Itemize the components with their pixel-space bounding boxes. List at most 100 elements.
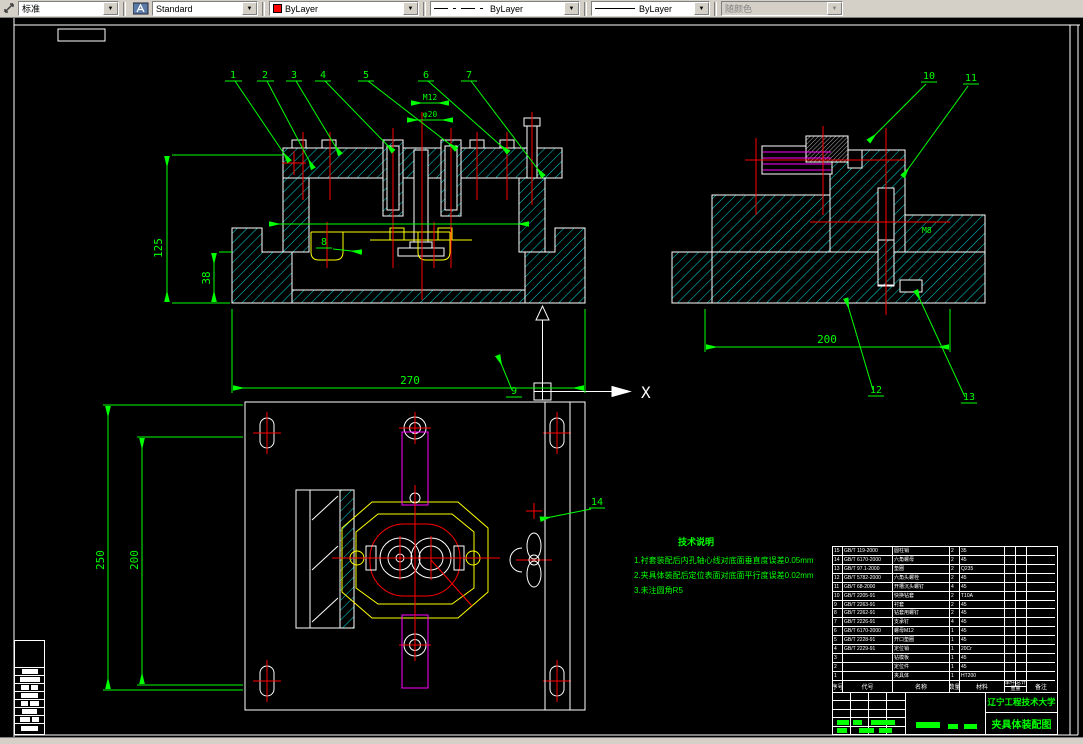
bom-cell-code [843,654,893,663]
balloon-7: 7 [466,70,472,81]
balloon-11: 11 [965,73,977,84]
bom-cell-total [1016,564,1027,574]
bom-cell-name: 六角头螺栓 [893,573,950,583]
bom-cell-qty: 1 [950,636,960,646]
bom-cell-remark [1027,565,1055,574]
dim-style-dropdown-arrow-icon[interactable]: ▼ [103,2,118,15]
dim-side-width: 200 [817,333,837,346]
bom-cell-name: 垫圈 [893,564,950,574]
plot-style-dropdown-arrow-icon: ▼ [827,2,842,15]
bom-cell-qty: 4 [950,618,960,628]
balloon-10: 10 [923,71,935,82]
bom-cell-qty: 2 [950,564,960,574]
bom-cell-remark [1027,556,1055,565]
bom-cell-material: 20Cr [960,645,1005,655]
bom-cell-total [1016,600,1027,610]
bom-cell-remark [1027,663,1055,672]
color-value: ByLayer [285,3,319,14]
bom-cell-unit [1005,636,1016,646]
text-style-icon[interactable] [132,2,150,16]
bom-row: 11 GB/T 68-2000 开槽沉头螺钉 4 45 [833,582,1057,592]
bom-header-qty: 数量 [950,681,960,692]
bom-cell-no: 3 [833,654,843,663]
bom-cell-qty: 2 [950,547,960,556]
bom-row: 3 钻模板 1 45 [833,654,1057,663]
balloon-2: 2 [262,70,268,81]
bom-header-code: 代号 [843,681,893,692]
plot-style-combo: 随颜色 ▼ [721,1,843,16]
bom-cell-remark [1027,636,1055,646]
notes-title: 技术说明 [678,537,715,547]
bom-row: 7 GB/T 2226-91 支承钉 4 45 [833,618,1057,628]
linetype-dropdown-arrow-icon[interactable]: ▼ [564,2,579,15]
color-dropdown-arrow-icon[interactable]: ▼ [403,2,418,15]
window-edge [0,737,1083,744]
dim-style-icon[interactable] [2,2,16,16]
note-line-1: 1.衬套装配后内孔轴心线对底面垂直度误差0.05mm [634,556,814,565]
text-style-dropdown-arrow-icon[interactable]: ▼ [242,2,257,15]
bom-cell-total [1016,636,1027,646]
bom-rows: 15 GB/T 119-2000 圆柱销 2 35 14 GB/T 6170-2000 六角螺… [833,547,1057,681]
clamp-strip [295,489,355,629]
bom-cell-total [1016,573,1027,583]
bom-cell-total [1016,582,1027,592]
bom-cell-code: GB/T 2229-91 [843,645,893,655]
bom-cell-qty: 2 [950,591,960,601]
bom-cell-total [1016,609,1027,619]
bom-cell-qty: 1 [950,654,960,663]
balloon-13: 13 [963,392,975,403]
bom-row: 15 GB/T 119-2000 圆柱销 2 35 [833,547,1057,556]
bom-cell-remark [1027,583,1055,592]
color-combo[interactable]: ByLayer ▼ [269,1,419,16]
bom-cell-unit [1005,600,1016,610]
balloon-12: 12 [870,385,882,396]
bom-cell-no: 12 [833,573,843,583]
bom-cell-remark [1027,627,1055,637]
linetype-combo[interactable]: ByLayer ▼ [430,1,580,16]
bom-cell-no: 13 [833,564,843,574]
bom-cell-qty: 2 [950,600,960,610]
bom-cell-material: 45 [960,627,1005,637]
balloon-5: 5 [363,70,369,81]
toolbar: 标准 ▼ Standard ▼ ByLayer ▼ ByLayer ▼ ByLa… [0,0,1083,18]
bom-cell-name: 快换钻套 [893,591,950,601]
bom-cell-unit [1005,591,1016,601]
bom-cell-remark [1027,672,1055,681]
toolbar-separator [584,1,587,16]
bom-cell-no: 8 [833,609,843,619]
signature-mark [879,728,892,733]
bom-cell-total [1016,662,1027,672]
bom-cell-unit [1005,645,1016,655]
balloon-6: 6 [423,70,429,81]
bom-cell-unit [1005,582,1016,592]
balloon-14: 14 [591,497,603,508]
note-line-2: 2.夹具体装配后定位表面对底面平行度误差0.02mm [634,571,814,580]
wing-nut [509,402,571,710]
university-name: 辽宁工程技术大学 [986,693,1057,713]
bom-cell-total [1016,547,1027,556]
bom-cell-code: GB/T 2228-91 [843,636,893,646]
linetype-value: ByLayer [490,3,524,14]
dim-style-combo[interactable]: 标准 ▼ [18,1,119,16]
bom-cell-material: 45 [960,636,1005,646]
lineweight-combo[interactable]: ByLayer ▼ [591,1,710,16]
bom-row: 9 GB/T 2263-91 衬套 2 45 [833,600,1057,610]
bom-cell-no: 2 [833,662,843,672]
text-style-combo[interactable]: Standard ▼ [152,1,258,16]
bom-cell-material: 35 [960,547,1005,556]
bom-cell-code: GB/T 2205-91 [843,591,893,601]
bom-cell-code [843,662,893,672]
bom-cell-remark [1027,645,1055,655]
plot-style-value: 随颜色 [725,4,753,14]
toolbar-separator [262,1,265,16]
signature-mark [916,722,940,728]
bom-header-name: 名称 [893,681,950,692]
lineweight-dropdown-arrow-icon[interactable]: ▼ [694,2,709,15]
bom-header-weight: 单件 总计 重量 [1005,681,1027,692]
toolbar-separator [123,1,126,16]
bom-cell-name: 钻模板 [893,654,950,663]
bom-cell-material: T10A [960,591,1005,601]
side-section-view: M8 [671,126,986,315]
bom-cell-no: 14 [833,555,843,565]
bom-cell-name: 六角螺母 [893,555,950,565]
